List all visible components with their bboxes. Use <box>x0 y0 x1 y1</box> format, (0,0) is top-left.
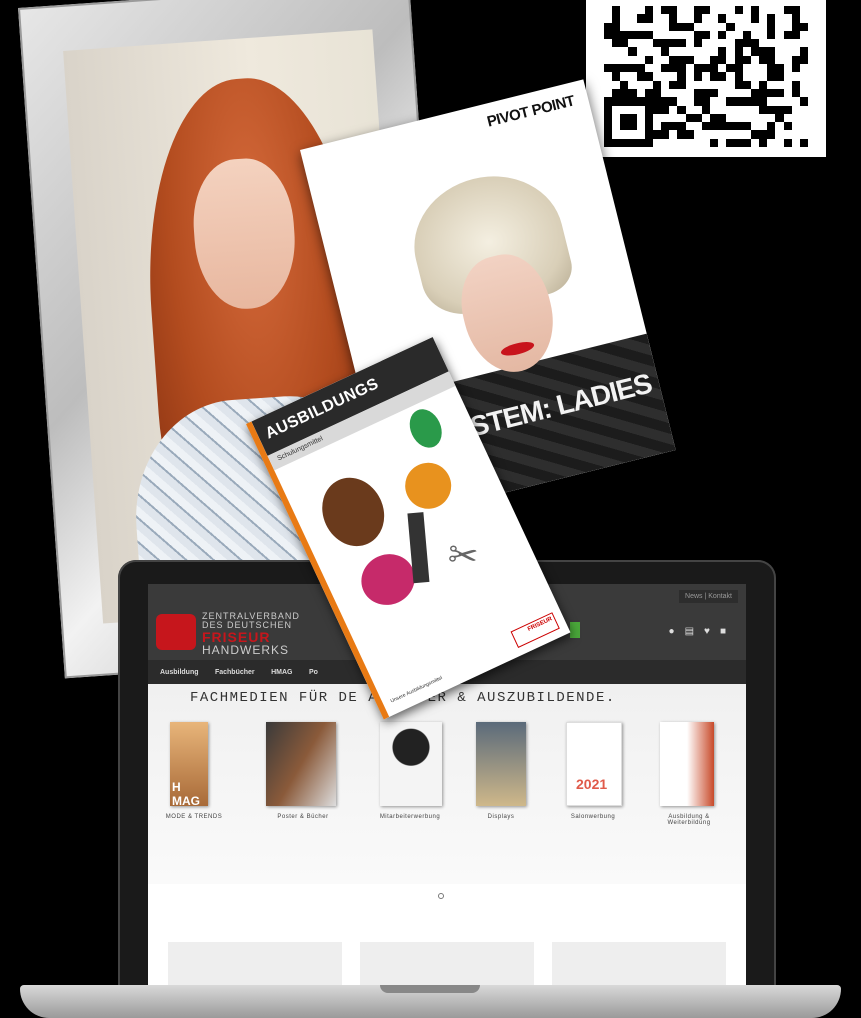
category-label[interactable]: MODE & TRENDS <box>164 814 224 820</box>
qr-code <box>586 0 826 157</box>
hmag-cover-text: H MAG <box>172 780 200 808</box>
category-label[interactable]: Ausbildung & Weiterbildung <box>654 814 724 826</box>
scissors-icon: ✂ <box>446 533 480 577</box>
logo-line4: HANDWERKS <box>202 643 290 657</box>
logo-mark-icon <box>156 614 196 650</box>
list-icon[interactable]: ▤ <box>685 626 704 637</box>
cart-icon[interactable]: ■ <box>720 626 736 637</box>
nav-item-fachbuecher[interactable]: Fachbücher <box>215 669 255 676</box>
category-ausbildung[interactable] <box>660 722 714 806</box>
category-label[interactable]: Salonwerbung <box>558 814 628 820</box>
salon-cover-year: 2021 <box>576 776 608 792</box>
laptop-notch <box>380 985 480 993</box>
category-mode-trends[interactable]: H MAG <box>170 722 208 808</box>
category-salonwerbung[interactable]: 2021 <box>566 722 622 806</box>
nav-item-hmag[interactable]: HMAG <box>271 669 292 676</box>
header-icons: ●▤♥■ <box>669 626 736 637</box>
category-banner: FACHMEDIEN FÜR DE ARBEITER & AUSZUBILDEN… <box>148 684 746 884</box>
carousel-dot[interactable] <box>438 893 444 899</box>
category-label[interactable]: Displays <box>466 814 536 820</box>
category-label[interactable]: Mitarbeiterwerbung <box>370 814 450 820</box>
category-label[interactable]: Poster & Bücher <box>268 814 338 820</box>
teaser-card[interactable] <box>360 942 534 988</box>
heart-icon[interactable]: ♥ <box>704 626 720 637</box>
top-links[interactable]: News | Kontakt <box>679 590 738 603</box>
search-button[interactable] <box>570 622 580 638</box>
nav-item-ausbildung[interactable]: Ausbildung <box>160 669 199 676</box>
category-displays[interactable] <box>476 722 526 806</box>
teaser-card[interactable] <box>168 942 342 988</box>
logo-line3: FRISEUR <box>202 629 271 645</box>
user-icon[interactable]: ● <box>669 626 685 637</box>
teaser-card[interactable] <box>552 942 726 988</box>
pivot-point-brand: PIVOT POINT <box>485 92 577 131</box>
nav-item-po[interactable]: Po <box>309 669 318 676</box>
category-mitarbeiterwerbung[interactable] <box>380 722 442 806</box>
site-logo[interactable]: ZENTRALVERBAND DES DEUTSCHEN FRISEUR HAN… <box>156 610 311 658</box>
category-poster[interactable] <box>266 722 336 806</box>
